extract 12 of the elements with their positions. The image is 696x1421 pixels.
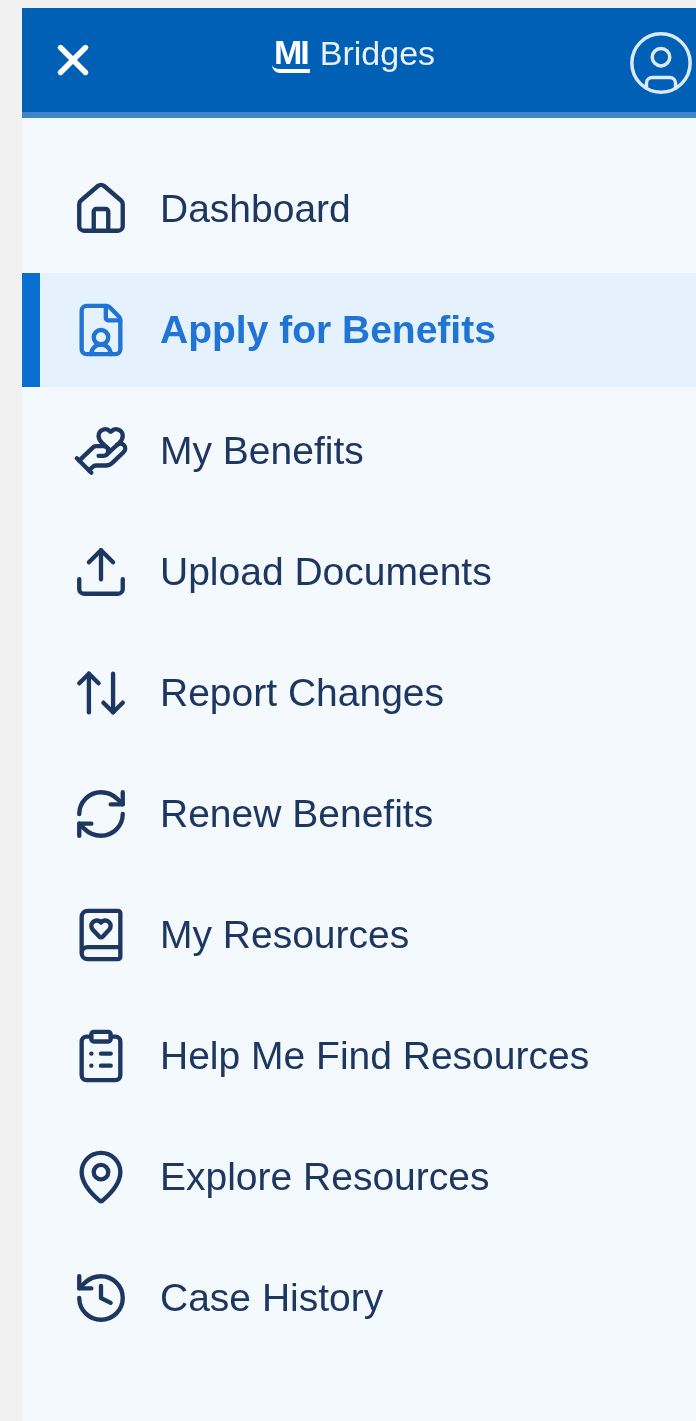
menu-item[interactable]: My Benefits <box>22 390 696 511</box>
logo-mark: MI <box>272 34 310 73</box>
menu-item[interactable]: Dashboard <box>22 148 696 269</box>
menu-item[interactable]: Apply for Benefits <box>22 273 696 387</box>
menu-item[interactable]: Report Changes <box>22 632 696 753</box>
app-title: Bridges <box>319 34 436 73</box>
menu-item[interactable]: Help Me Find Resources <box>22 995 696 1116</box>
menu-item[interactable]: My Resources <box>22 874 696 995</box>
menu-item[interactable]: Renew Benefits <box>22 753 696 874</box>
menu-item[interactable]: Case History <box>22 1237 696 1358</box>
menu-item[interactable]: Upload Documents <box>22 511 696 632</box>
menu-item[interactable]: Explore Resources <box>22 1116 696 1237</box>
